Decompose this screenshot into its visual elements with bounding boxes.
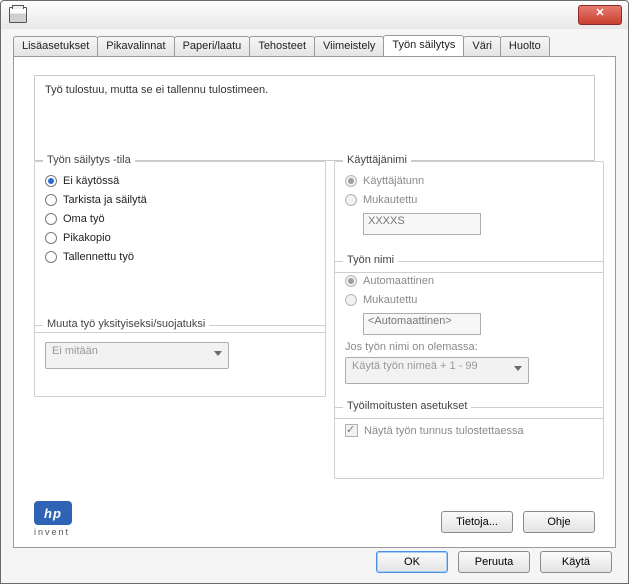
titlebar: ✕ xyxy=(1,1,628,30)
radio-job-auto-input[interactable] xyxy=(345,275,357,287)
privacy-select[interactable]: Ei mitään xyxy=(45,342,229,369)
checkbox-show-id-label: Näytä työn tunnus tulostettaessa xyxy=(364,425,524,437)
jobname-exists-hint: Jos työn nimi on olemassa: xyxy=(345,341,593,353)
radio-user-auto[interactable]: Käyttäjätunn xyxy=(345,175,593,187)
hp-logo-badge: hp xyxy=(34,501,72,525)
radio-mode-quick-label: Pikakopio xyxy=(63,232,111,244)
status-message: Työ tulostuu, mutta se ei tallennu tulos… xyxy=(34,75,595,161)
ok-button[interactable]: OK xyxy=(376,551,448,573)
panel-buttons: Tietoja... Ohje xyxy=(441,511,595,533)
tab-tehosteet[interactable]: Tehosteet xyxy=(249,36,315,56)
tabstrip: Lisäasetukset Pikavalinnat Paperi/laatu … xyxy=(1,29,628,56)
print-properties-window: ✕ Lisäasetukset Pikavalinnat Paperi/laat… xyxy=(0,0,629,584)
tab-panel: Työ tulostuu, mutta se ei tallennu tulos… xyxy=(13,56,616,548)
client-area: Lisäasetukset Pikavalinnat Paperi/laatu … xyxy=(1,29,628,583)
jobname-exists-select[interactable]: Käytä työn nimeä + 1 - 99 xyxy=(345,357,529,384)
about-button[interactable]: Tietoja... xyxy=(441,511,513,533)
radio-job-custom[interactable]: Mukautettu xyxy=(345,294,593,306)
username-field[interactable]: XXXXS xyxy=(363,213,481,235)
group-storage-mode: Työn säilytys -tila Ei käytössä Tarkista… xyxy=(34,161,326,333)
tab-tyon-sailytys[interactable]: Työn säilytys xyxy=(383,35,464,56)
tab-huolto[interactable]: Huolto xyxy=(500,36,550,56)
checkbox-show-id[interactable]: Näytä työn tunnus tulostettaessa xyxy=(345,424,593,437)
radio-mode-stored-label: Tallennettu työ xyxy=(63,251,134,263)
group-jobname: Työn nimi Automaattinen Mukautettu <Auto… xyxy=(334,261,604,419)
radio-user-auto-label: Käyttäjätunn xyxy=(363,175,424,187)
legend-privacy: Muuta työ yksityiseksi/suojatuksi xyxy=(43,318,209,330)
tab-viimeistely[interactable]: Viimeistely xyxy=(314,36,384,56)
radio-mode-stored-input[interactable] xyxy=(45,251,57,263)
jobname-field[interactable]: <Automaattinen> xyxy=(363,313,481,335)
radio-mode-quick-input[interactable] xyxy=(45,232,57,244)
tab-pikavalinnat[interactable]: Pikavalinnat xyxy=(97,36,174,56)
radio-mode-personal-label: Oma työ xyxy=(63,213,105,225)
legend-notifications: Työilmoitusten asetukset xyxy=(343,400,471,412)
radio-mode-off-input[interactable] xyxy=(45,175,57,187)
radio-mode-personal-input[interactable] xyxy=(45,213,57,225)
radio-job-auto[interactable]: Automaattinen xyxy=(345,275,593,287)
help-button[interactable]: Ohje xyxy=(523,511,595,533)
radio-user-auto-input[interactable] xyxy=(345,175,357,187)
close-button[interactable]: ✕ xyxy=(578,5,622,25)
tab-vari[interactable]: Väri xyxy=(463,36,501,56)
radio-mode-proof-label: Tarkista ja säilytä xyxy=(63,194,147,206)
printer-icon xyxy=(9,7,27,23)
radio-job-custom-input[interactable] xyxy=(345,294,357,306)
legend-username: Käyttäjänimi xyxy=(343,154,411,166)
cancel-button[interactable]: Peruuta xyxy=(458,551,530,573)
tab-paperi-laatu[interactable]: Paperi/laatu xyxy=(174,36,251,56)
checkbox-show-id-input[interactable] xyxy=(345,424,358,437)
radio-mode-personal[interactable]: Oma työ xyxy=(45,213,315,225)
radio-user-custom-label: Mukautettu xyxy=(363,194,417,206)
radio-user-custom-input[interactable] xyxy=(345,194,357,206)
radio-mode-stored[interactable]: Tallennettu työ xyxy=(45,251,315,263)
radio-job-auto-label: Automaattinen xyxy=(363,275,434,287)
legend-storage-mode: Työn säilytys -tila xyxy=(43,154,135,166)
legend-jobname: Työn nimi xyxy=(343,254,398,266)
radio-mode-proof-input[interactable] xyxy=(45,194,57,206)
radio-mode-quick[interactable]: Pikakopio xyxy=(45,232,315,244)
radio-mode-off-label: Ei käytössä xyxy=(63,175,119,187)
radio-mode-proof[interactable]: Tarkista ja säilytä xyxy=(45,194,315,206)
apply-button[interactable]: Käytä xyxy=(540,551,612,573)
group-privacy: Muuta työ yksityiseksi/suojatuksi Ei mit… xyxy=(34,325,326,397)
dialog-buttons: OK Peruuta Käytä xyxy=(376,551,612,573)
tab-lisaasetukset[interactable]: Lisäasetukset xyxy=(13,36,98,56)
radio-user-custom[interactable]: Mukautettu xyxy=(345,194,593,206)
group-notifications: Työilmoitusten asetukset Näytä työn tunn… xyxy=(334,407,604,479)
radio-mode-off[interactable]: Ei käytössä xyxy=(45,175,315,187)
radio-job-custom-label: Mukautettu xyxy=(363,294,417,306)
hp-logo: hp invent xyxy=(34,501,78,533)
hp-logo-sub: invent xyxy=(34,527,78,537)
